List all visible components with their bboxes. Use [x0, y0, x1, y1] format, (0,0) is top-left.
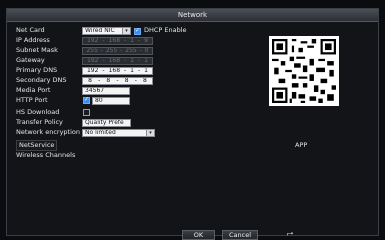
ip-dot: - [124, 57, 127, 64]
subnet-mask-label: Subnet Mask [16, 46, 58, 54]
dhcp-checkbox[interactable] [134, 27, 141, 35]
ip-octet: 192 [86, 57, 99, 64]
wireless-channels-link[interactable]: Wireless Channels [16, 151, 75, 160]
hs-download-label: HS Download [16, 108, 60, 116]
ip-octet: 1 [144, 67, 148, 74]
ip-octet: 1 [144, 57, 148, 64]
ip-octet: 255 [86, 47, 98, 54]
gateway-label: Gateway [16, 56, 45, 64]
ip-dot: - [120, 47, 123, 54]
dhcp-label: DHCP Enable [144, 26, 187, 34]
ok-button[interactable]: OK [182, 230, 215, 240]
ip-dot: - [124, 37, 127, 44]
http-port-field[interactable]: 80 [92, 97, 130, 105]
net-card-select[interactable]: Wired NIC ▾ [82, 27, 131, 35]
ip-octet: 255 [105, 47, 118, 54]
mouse-cursor-icon: ⮣ [287, 228, 294, 237]
cancel-button[interactable]: Cancel [222, 230, 258, 240]
ip-dot: - [116, 77, 119, 84]
net-service-button[interactable]: NetService [16, 140, 58, 151]
ip-octet: 8 [106, 77, 111, 84]
primary-dns-label: Primary DNS [16, 66, 58, 74]
media-port-label: Media Port [16, 86, 51, 94]
ip-octet: 192 [86, 37, 99, 44]
media-port-field[interactable]: 34567 [82, 87, 130, 95]
subnet-mask-field[interactable]: 255- 255- 255- 0 [82, 47, 153, 55]
ip-octet: 0 [144, 47, 149, 54]
app-qr-code [269, 36, 339, 106]
secondary-dns-field[interactable]: 8- 8- 8- 8 [82, 77, 153, 85]
transfer-policy-select[interactable]: Quality Prefe [82, 119, 131, 127]
net-card-label: Net Card [16, 26, 45, 34]
network-encryption-value: No limited [85, 129, 116, 136]
ip-octet: 168 [108, 37, 121, 44]
network-encryption-label: Network encryption [16, 128, 80, 136]
network-encryption-select[interactable]: No limited ▾ [82, 129, 155, 137]
ip-octet: 8 [88, 77, 92, 84]
ip-dot: - [98, 77, 101, 84]
hs-download-checkbox[interactable] [83, 109, 90, 116]
ip-octet: 168 [108, 67, 121, 74]
ip-dot: - [102, 67, 105, 74]
ip-dot: - [137, 67, 141, 74]
transfer-policy-value: Quality Prefe [85, 119, 124, 126]
http-port-label: HTTP Port [16, 96, 48, 104]
ip-octet: 8 [124, 77, 129, 84]
ip-dot: - [102, 37, 105, 44]
app-label: APP [295, 141, 308, 149]
qr-code-image [272, 39, 336, 103]
net-card-value: Wired NIC [85, 27, 115, 34]
network-dialog: Network Net Card Wired NIC ▾ DHCP Enable… [6, 8, 379, 240]
ip-address-field[interactable]: 192- 168- 1- 9 [82, 37, 153, 45]
ip-dot: - [124, 67, 127, 74]
ip-dot: - [137, 57, 141, 64]
transfer-policy-label: Transfer Policy [16, 118, 63, 126]
gateway-field[interactable]: 192- 168- 1- 1 [82, 57, 153, 65]
ip-dot: - [137, 37, 141, 44]
ip-octet: 1 [130, 67, 134, 74]
ip-dot: - [139, 47, 142, 54]
secondary-dns-label: Secondary DNS [16, 76, 67, 84]
ip-octet: 255 [125, 47, 137, 54]
ip-octet: 9 [144, 37, 148, 44]
chevron-down-icon: ▾ [122, 28, 130, 34]
ip-octet: 1 [130, 37, 134, 44]
primary-dns-field[interactable]: 192- 168- 1- 1 [82, 67, 153, 75]
chevron-down-icon: ▾ [146, 130, 154, 136]
ip-octet: 168 [108, 57, 121, 64]
ip-octet: 1 [130, 57, 134, 64]
ip-octet: 8 [143, 77, 147, 84]
dialog-title: Network [7, 9, 378, 22]
ip-dot: - [100, 47, 103, 54]
http-port-checkbox[interactable] [83, 96, 90, 104]
ip-octet: 192 [86, 67, 99, 74]
ip-dot: - [102, 57, 105, 64]
ip-address-label: IP Address [16, 36, 50, 44]
ip-dot: - [134, 77, 137, 84]
